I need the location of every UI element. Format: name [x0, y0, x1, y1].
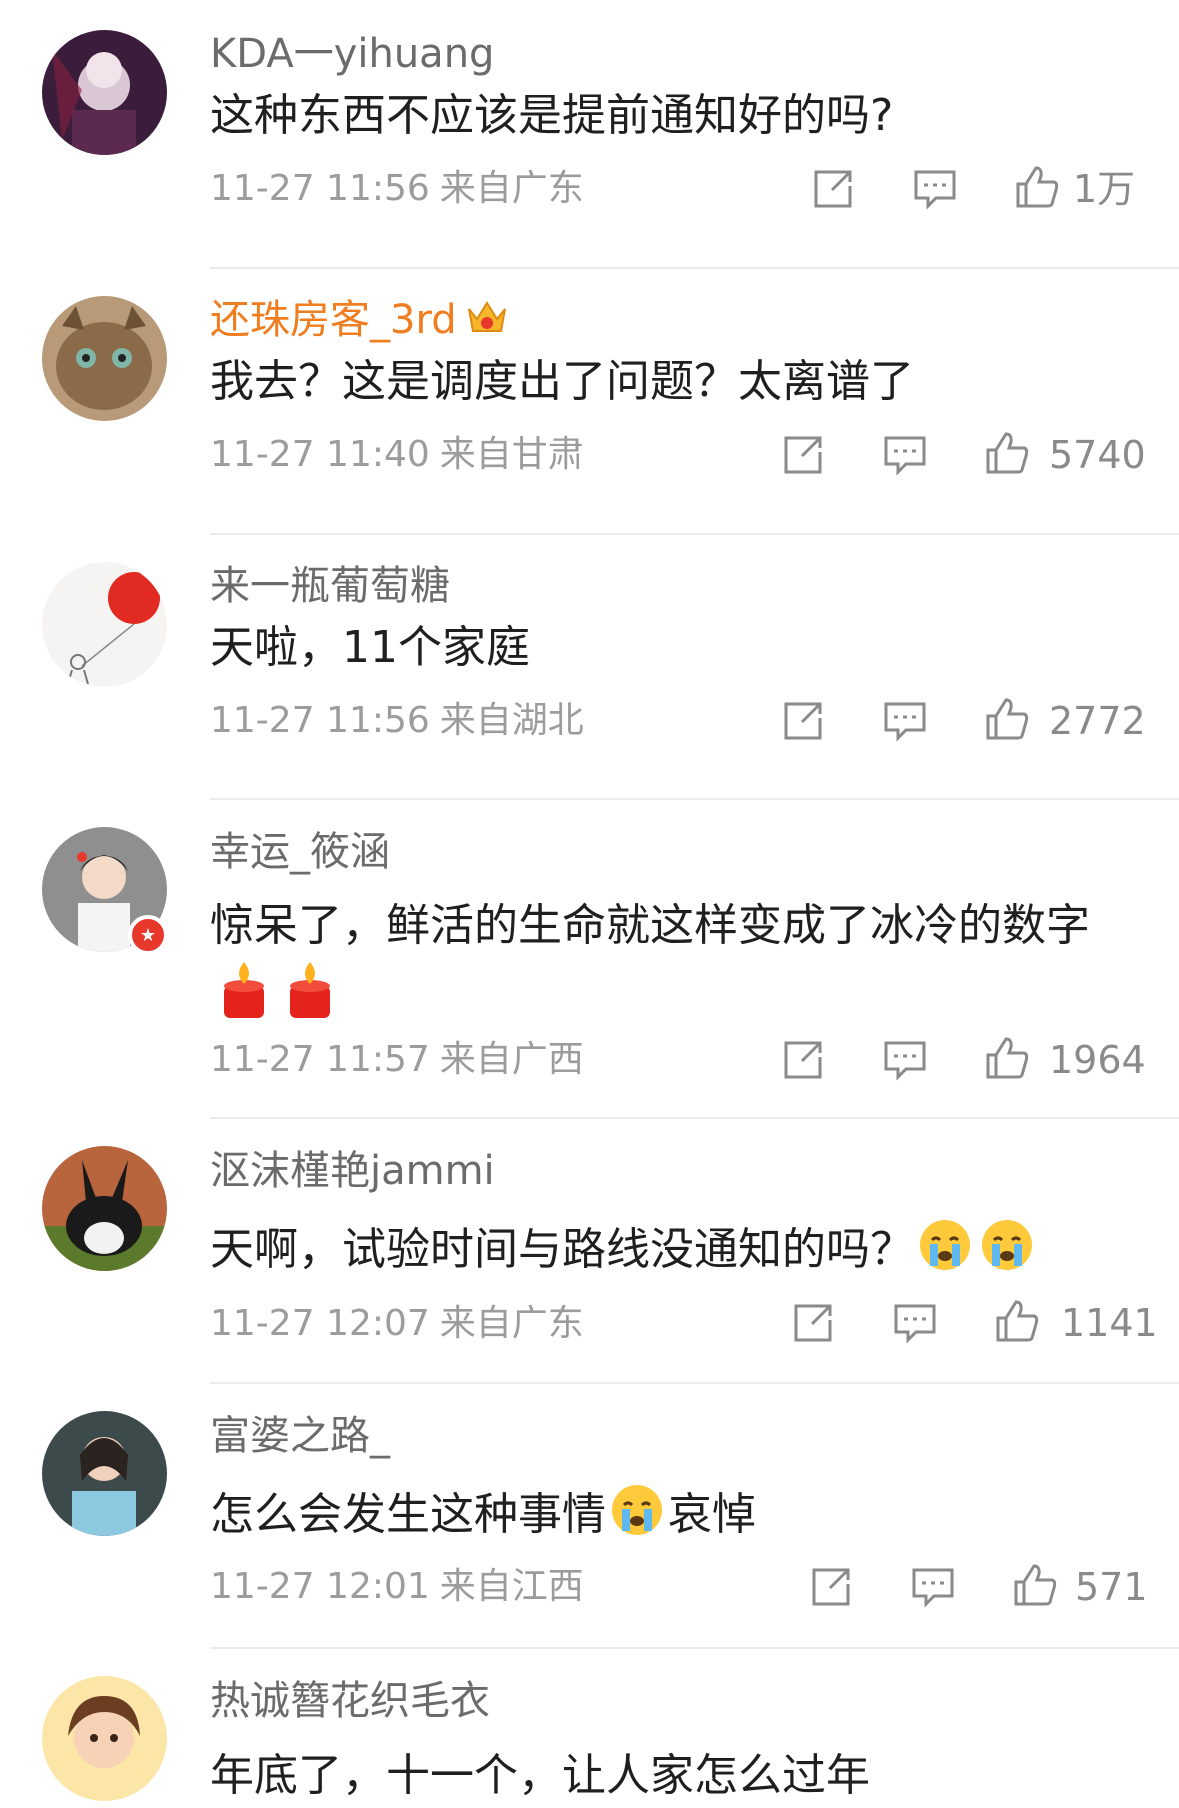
- comment-text: 惊呆了，鲜活的生命就这样变成了冰冷的数字: [210, 900, 1090, 951]
- repost-icon[interactable]: [780, 432, 826, 478]
- comment-location: 来自甘肃: [439, 434, 584, 475]
- comment-meta: 11-27 11:56 来自湖北: [210, 699, 584, 743]
- candle-emoji-row: [214, 958, 354, 1022]
- comment-icon[interactable]: [882, 1037, 928, 1083]
- username[interactable]: 富婆之路_: [210, 1412, 390, 1460]
- like-count: 1万: [1073, 167, 1136, 211]
- comment-text: 怎么会发生这种事情 哀悼: [210, 1483, 756, 1551]
- comment-location: 来自江西: [439, 1566, 584, 1607]
- comment-text-content: 天啊，试验时间与路线没通知的吗？: [210, 1224, 914, 1275]
- comment-text: 年底了，十一个，让人家怎么过年: [210, 1750, 870, 1801]
- like-icon[interactable]: [1012, 1562, 1058, 1608]
- like-count: 571: [1075, 1565, 1148, 1609]
- comment-location: 来自湖北: [439, 700, 584, 741]
- crying-emoji: [980, 1218, 1034, 1286]
- comment-icon[interactable]: [882, 698, 928, 744]
- avatar[interactable]: [42, 562, 167, 687]
- like-icon[interactable]: [984, 1035, 1030, 1081]
- avatar[interactable]: [42, 1411, 167, 1536]
- repost-icon[interactable]: [810, 166, 856, 212]
- comment-text-content: 怎么会发生这种事情: [210, 1489, 606, 1540]
- comment-text: 这种东西不应该是提前通知好的吗?: [210, 90, 894, 141]
- crying-emoji: [918, 1218, 972, 1286]
- username[interactable]: 幸运_筱涵: [210, 828, 390, 876]
- comment-location: 来自广东: [439, 1303, 584, 1344]
- comment-time: 11-27 12:01: [210, 1566, 430, 1607]
- divider: [210, 1117, 1179, 1119]
- comment-text: 我去？这是调度出了问题？太离谱了: [210, 356, 914, 407]
- avatar[interactable]: [42, 1146, 167, 1271]
- divider: [210, 1647, 1179, 1649]
- comment-text: 天啦，11个家庭: [210, 622, 530, 673]
- repost-icon[interactable]: [780, 1037, 826, 1083]
- comment-icon[interactable]: [912, 166, 958, 212]
- divider: [210, 798, 1179, 800]
- username[interactable]: KDA一yihuang: [210, 30, 494, 78]
- comment-location: 来自广西: [439, 1039, 584, 1080]
- username[interactable]: 热诚簪花织毛衣: [210, 1677, 490, 1725]
- candle-emoji: [290, 962, 330, 1018]
- comment-icon[interactable]: [910, 1564, 956, 1610]
- divider: [210, 533, 1179, 535]
- comment-text: 天啊，试验时间与路线没通知的吗？: [210, 1218, 1038, 1286]
- avatar[interactable]: [42, 296, 167, 421]
- divider: [210, 267, 1179, 269]
- username-label: 还珠房客_3rd: [210, 297, 457, 343]
- candle-emoji: [224, 962, 264, 1018]
- comment-meta: 11-27 11:56 来自广东: [210, 167, 584, 211]
- comment-text-suffix: 哀悼: [668, 1489, 756, 1540]
- username[interactable]: 来一瓶葡萄糖: [210, 562, 450, 610]
- username[interactable]: 沤沫槿艳jammi: [210, 1147, 495, 1195]
- comment-time: 11-27 11:57: [210, 1039, 430, 1080]
- avatar[interactable]: [42, 1676, 167, 1801]
- crown-icon: [465, 297, 509, 348]
- comment-time: 11-27 12:07: [210, 1303, 430, 1344]
- crying-emoji: [610, 1483, 664, 1551]
- repost-icon[interactable]: [790, 1300, 836, 1346]
- like-icon[interactable]: [984, 430, 1030, 476]
- username[interactable]: 还珠房客_3rd: [210, 296, 509, 348]
- comment-time: 11-27 11:56: [210, 168, 430, 209]
- comment-icon[interactable]: [892, 1300, 938, 1346]
- comment-icon[interactable]: [882, 432, 928, 478]
- comment-meta: 11-27 12:07 来自广东: [210, 1302, 584, 1346]
- repost-icon[interactable]: [780, 698, 826, 744]
- comment-location: 来自广东: [439, 168, 584, 209]
- repost-icon[interactable]: [808, 1564, 854, 1610]
- divider: [210, 1382, 1179, 1384]
- like-count: 1141: [1061, 1301, 1158, 1345]
- comment-meta: 11-27 11:57 来自广西: [210, 1038, 584, 1082]
- avatar[interactable]: [42, 30, 167, 155]
- like-icon[interactable]: [1014, 164, 1060, 210]
- comment-meta: 11-27 11:40 来自甘肃: [210, 433, 584, 477]
- comment-meta: 11-27 12:01 来自江西: [210, 1565, 584, 1609]
- comment-time: 11-27 11:56: [210, 700, 430, 741]
- like-count: 1964: [1049, 1038, 1146, 1082]
- like-icon[interactable]: [994, 1298, 1040, 1344]
- like-count: 5740: [1049, 433, 1146, 477]
- like-count: 2772: [1049, 699, 1146, 743]
- like-icon[interactable]: [984, 696, 1030, 742]
- comment-time: 11-27 11:40: [210, 434, 430, 475]
- verified-badge: ★: [128, 915, 168, 955]
